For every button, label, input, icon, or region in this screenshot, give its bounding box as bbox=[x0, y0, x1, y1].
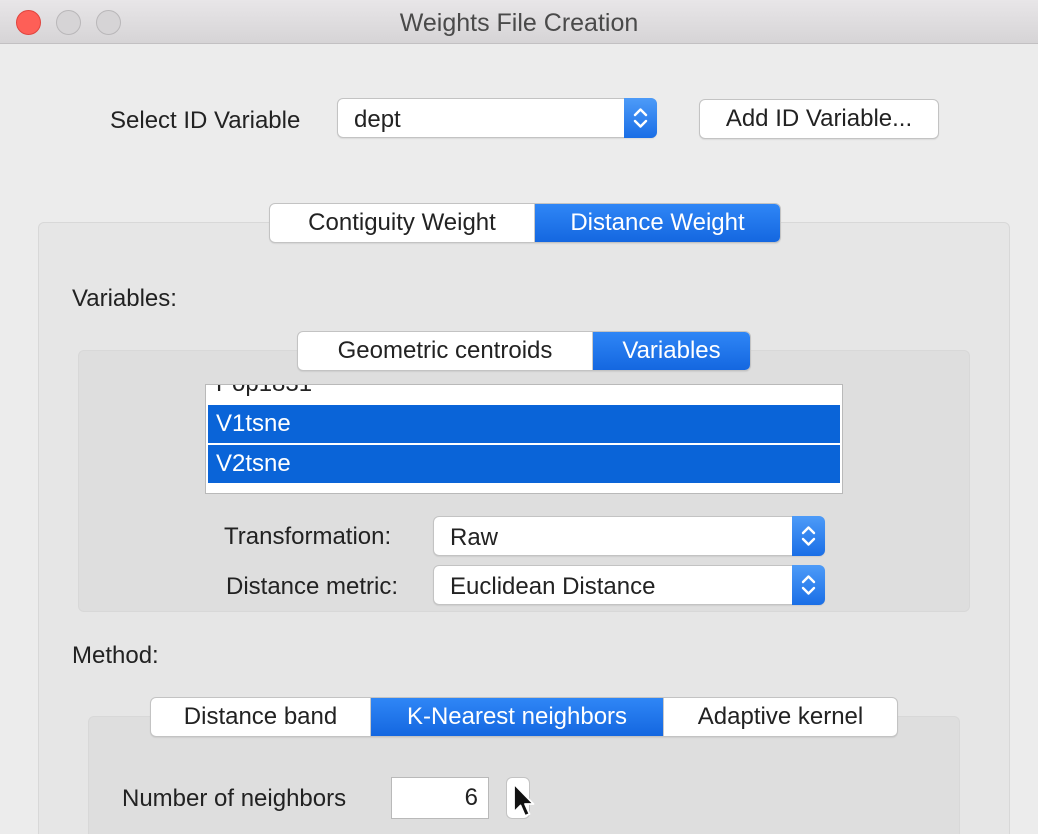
tab-geometric-centroids[interactable]: Geometric centroids bbox=[298, 332, 593, 370]
window-title: Weights File Creation bbox=[399, 9, 639, 37]
tab-adaptive-kernel[interactable]: Adaptive kernel bbox=[664, 698, 897, 736]
chevron-updown-icon bbox=[792, 565, 825, 605]
tab-k-nearest-neighbors[interactable]: K-Nearest neighbors bbox=[371, 698, 664, 736]
tab-variables[interactable]: Variables bbox=[593, 332, 750, 370]
pointer-cursor-icon bbox=[512, 782, 536, 825]
tab-contiguity-weight[interactable]: Contiguity Weight bbox=[270, 204, 535, 242]
transformation-value: Raw bbox=[450, 524, 499, 551]
distance-metric-select[interactable]: Euclidean Distance bbox=[433, 565, 825, 605]
id-variable-select[interactable]: dept bbox=[337, 98, 657, 138]
neighbors-label: Number of neighbors bbox=[122, 785, 347, 812]
variables-list[interactable]: Pop1831 V1tsne V2tsne bbox=[205, 384, 843, 494]
variable-source-tabs: Geometric centroids Variables bbox=[297, 331, 751, 371]
list-item[interactable]: V2tsne bbox=[208, 445, 840, 483]
transformation-select[interactable]: Raw bbox=[433, 516, 825, 556]
id-variable-value: dept bbox=[354, 106, 401, 133]
list-item[interactable]: Pop1831 bbox=[208, 385, 840, 403]
list-item[interactable]: V1tsne bbox=[208, 405, 840, 443]
title-bar: Weights File Creation bbox=[0, 0, 1038, 44]
transformation-label: Transformation: bbox=[224, 523, 392, 550]
weight-type-tabs: Contiguity Weight Distance Weight bbox=[269, 203, 781, 243]
id-variable-label: Select ID Variable bbox=[110, 107, 301, 134]
add-id-variable-button[interactable]: Add ID Variable... bbox=[699, 99, 939, 139]
distance-metric-value: Euclidean Distance bbox=[450, 573, 656, 600]
distance-metric-label: Distance metric: bbox=[226, 573, 399, 600]
variables-label: Variables: bbox=[72, 285, 177, 312]
tab-distance-weight[interactable]: Distance Weight bbox=[535, 204, 780, 242]
tab-distance-band[interactable]: Distance band bbox=[151, 698, 371, 736]
method-tabs: Distance band K-Nearest neighbors Adapti… bbox=[150, 697, 898, 737]
neighbors-input[interactable]: 6 bbox=[391, 777, 489, 819]
chevron-updown-icon bbox=[624, 98, 657, 138]
method-label: Method: bbox=[72, 642, 159, 669]
chevron-updown-icon bbox=[792, 516, 825, 556]
